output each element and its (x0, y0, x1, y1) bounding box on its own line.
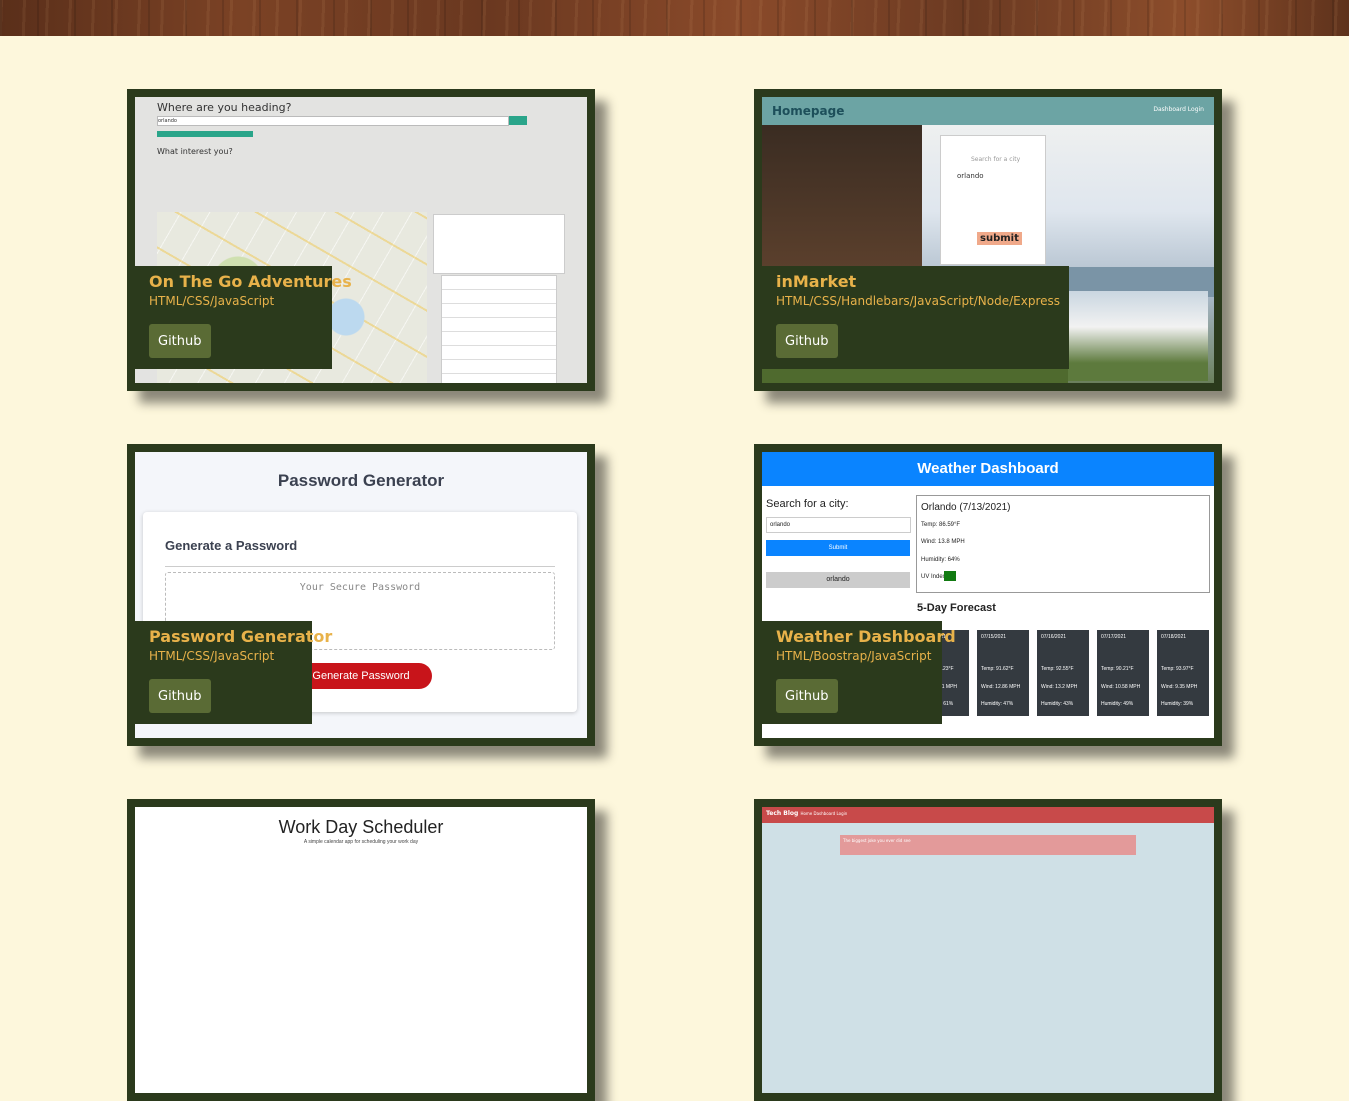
project-title: Password Generator (149, 627, 333, 646)
screenshot-search-form: Search for a city orlando submit (940, 135, 1046, 265)
screenshot-brand: Tech Blog Home Dashboard Login (766, 810, 847, 817)
project-card-inmarket: Homepage Dashboard Login Search for a ci… (754, 89, 1222, 391)
project-screenshot: Tech Blog Home Dashboard Login The bigge… (762, 807, 1214, 1093)
project-title: inMarket (776, 272, 857, 291)
project-info-overlay: On The Go Adventures HTML/CSS/JavaScript… (135, 266, 352, 369)
screenshot-forecast-title: 5-Day Forecast (917, 602, 996, 614)
screenshot-humidity: Humidity: 64% (921, 557, 960, 563)
screenshot-question: What interest you? (157, 147, 233, 156)
screenshot-navbar: Homepage Dashboard Login (762, 97, 1214, 125)
screenshot-subtitle: A simple calendar app for scheduling you… (303, 839, 419, 845)
screenshot-current-weather: Orlando (7/13/2021) Temp: 86.59°F Wind: … (916, 495, 1210, 593)
forecast-humidity: Humidity: 49% (1101, 701, 1134, 707)
screenshot-heading: Password Generator (277, 471, 445, 490)
project-screenshot: Work Day Scheduler A simple calendar app… (135, 807, 587, 1093)
forecast-date: 07/17/2021 (1101, 634, 1127, 640)
forecast-humidity: Humidity: 47% (981, 701, 1014, 707)
forecast-wind: Wind: 12.86 MPH (981, 684, 1021, 690)
screenshot-search-value: orlando (957, 172, 984, 180)
forecast-date: 07/18/2021 (1161, 634, 1187, 640)
project-tech-stack: HTML/CSS/JavaScript (149, 649, 275, 663)
forecast-date: 07/16/2021 (1041, 634, 1067, 640)
project-info-overlay: Weather Dashboard HTML/Boostrap/JavaScri… (762, 621, 956, 724)
forecast-temp: Temp: 91.62°F (981, 666, 1014, 672)
screenshot-category-list (441, 275, 557, 383)
forecast-humidity: Humidity: 43% (1041, 701, 1074, 707)
screenshot-results-panel (433, 214, 565, 274)
forecast-date: 07/15/2021 (981, 634, 1007, 640)
project-tech-stack: HTML/CSS/Handlebars/JavaScript/Node/Expr… (776, 294, 1061, 308)
screenshot-search-label: Search for a city (971, 156, 1021, 163)
forecast-wind: Wind: 13.2 MPH (1041, 684, 1078, 690)
project-title: On The Go Adventures (149, 272, 352, 291)
wood-header-banner (0, 0, 1349, 36)
project-tech-stack: HTML/Boostrap/JavaScript (776, 649, 932, 663)
screenshot-search-bar: orlando (157, 116, 509, 126)
project-card-weather-dashboard: Weather Dashboard Search for a city: orl… (754, 444, 1222, 746)
screenshot-submit: Submit (766, 540, 910, 556)
forecast-wind: Wind: 10.58 MPH (1101, 684, 1141, 690)
project-card-password-generator: Password Generator Generate a Password Y… (127, 444, 595, 746)
screenshot-temp: Temp: 86.59°F (921, 522, 961, 528)
screenshot-brand-text: Tech Blog (766, 810, 799, 817)
project-info-overlay: Password Generator HTML/CSS/JavaScript G… (135, 621, 333, 724)
project-card-tech-blog: Tech Blog Home Dashboard Login The bigge… (754, 799, 1222, 1101)
screenshot-forecast-day: 07/17/2021 Temp: 90.21°F Wind: 10.58 MPH… (1097, 630, 1149, 716)
forecast-wind: Wind: 9.35 MPH (1161, 684, 1198, 690)
screenshot-submit: submit (977, 232, 1022, 245)
screenshot-placeholder: Your Secure Password (299, 582, 421, 593)
screenshot-search-label: Search for a city: (766, 498, 849, 510)
screenshot-nav-links: Dashboard Login (1153, 106, 1204, 113)
github-button[interactable]: Github (149, 324, 211, 358)
screenshot-nav-links: Home Dashboard Login (800, 811, 848, 816)
screenshot-divider (165, 566, 555, 567)
forecast-temp: Temp: 93.97°F (1161, 666, 1194, 672)
screenshot-heading: Where are you heading? (157, 101, 292, 114)
screenshot-brand: Homepage (772, 104, 845, 118)
project-card-on-the-go: Where are you heading? orlando What inte… (127, 89, 595, 391)
screenshot-forecast-day: 07/15/2021 Temp: 91.62°F Wind: 12.86 MPH… (977, 630, 1029, 716)
github-button[interactable]: Github (776, 324, 838, 358)
forecast-humidity: Humidity: 39% (1161, 701, 1194, 707)
screenshot-navbar: Tech Blog Home Dashboard Login (762, 807, 1214, 823)
screenshot-previous-searches (157, 131, 253, 137)
project-info-overlay: inMarket HTML/CSS/Handlebars/JavaScript/… (762, 266, 1069, 369)
screenshot-forecast-day: 07/18/2021 Temp: 93.97°F Wind: 9.35 MPH … (1157, 630, 1209, 716)
screenshot-current-title: Orlando (7/13/2021) (921, 502, 1011, 513)
screenshot-uv-badge (944, 571, 956, 581)
screenshot-header: Weather Dashboard (762, 452, 1214, 486)
project-card-work-day-scheduler: Work Day Scheduler A simple calendar app… (127, 799, 595, 1101)
screenshot-wind: Wind: 13.8 MPH (921, 539, 965, 545)
github-button[interactable]: Github (776, 679, 838, 713)
forecast-temp: Temp: 92.55°F (1041, 666, 1074, 672)
screenshot-forecast-day: 07/16/2021 Temp: 92.55°F Wind: 13.2 MPH … (1037, 630, 1089, 716)
screenshot-house-image-2 (1068, 291, 1208, 381)
screenshot-search-button (509, 116, 527, 125)
screenshot-history-item: orlando (766, 572, 910, 588)
screenshot-heading: Work Day Scheduler (278, 817, 444, 837)
screenshot-post-title: The biggest joke you ever did see (840, 835, 1136, 855)
screenshot-subheading: Generate a Password (165, 538, 298, 553)
project-tech-stack: HTML/CSS/JavaScript (149, 294, 275, 308)
project-title: Weather Dashboard (776, 627, 956, 646)
forecast-temp: Temp: 90.21°F (1101, 666, 1134, 672)
screenshot-search-input: orlando (766, 517, 911, 533)
github-button[interactable]: Github (149, 679, 211, 713)
